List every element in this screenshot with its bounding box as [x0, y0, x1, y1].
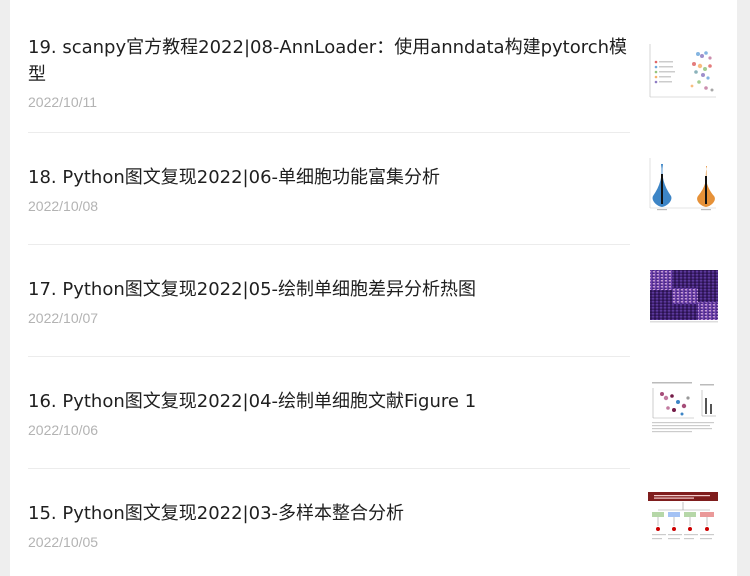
workflow-diagram-thumbnail[interactable]	[648, 492, 718, 549]
article-date: 2022/10/08	[28, 198, 99, 214]
article-item-17[interactable]: 17. Python图文复现2022|05-绘制单细胞差异分析热图 2022/1…	[10, 246, 737, 358]
divider	[28, 132, 630, 133]
article-title[interactable]: 16. Python图文复现2022|04-绘制单细胞文献Figure 1	[28, 388, 633, 415]
divider	[28, 244, 630, 245]
article-item-16[interactable]: 16. Python图文复现2022|04-绘制单细胞文献Figure 1 20…	[10, 358, 737, 470]
article-title[interactable]: 18. Python图文复现2022|06-单细胞功能富集分析	[28, 164, 633, 191]
article-item-18[interactable]: 18. Python图文复现2022|06-单细胞功能富集分析 2022/10/…	[10, 134, 737, 246]
heatmap-thumbnail[interactable]	[648, 268, 718, 325]
article-item-19[interactable]: 19. scanpy官方教程2022|08-AnnLoader：使用anndat…	[10, 22, 737, 134]
article-item-15[interactable]: 15. Python图文复现2022|03-多样本整合分析 2022/10/05	[10, 470, 737, 576]
violin-plot-thumbnail[interactable]	[648, 156, 718, 213]
article-date: 2022/10/07	[28, 310, 99, 326]
article-date: 2022/10/06	[28, 422, 99, 438]
article-title[interactable]: 17. Python图文复现2022|05-绘制单细胞差异分析热图	[28, 276, 633, 303]
article-title[interactable]: 19. scanpy官方教程2022|08-AnnLoader：使用anndat…	[28, 34, 633, 88]
figure-panel-thumbnail[interactable]	[648, 380, 718, 437]
divider	[28, 356, 630, 357]
article-title[interactable]: 15. Python图文复现2022|03-多样本整合分析	[28, 500, 633, 527]
umap-scatter-thumbnail[interactable]	[648, 42, 718, 99]
article-list: 19. scanpy官方教程2022|08-AnnLoader：使用anndat…	[10, 0, 737, 576]
divider	[28, 468, 630, 469]
article-date: 2022/10/05	[28, 534, 99, 550]
article-list-page: 19. scanpy官方教程2022|08-AnnLoader：使用anndat…	[10, 0, 737, 576]
article-date: 2022/10/11	[28, 94, 98, 110]
